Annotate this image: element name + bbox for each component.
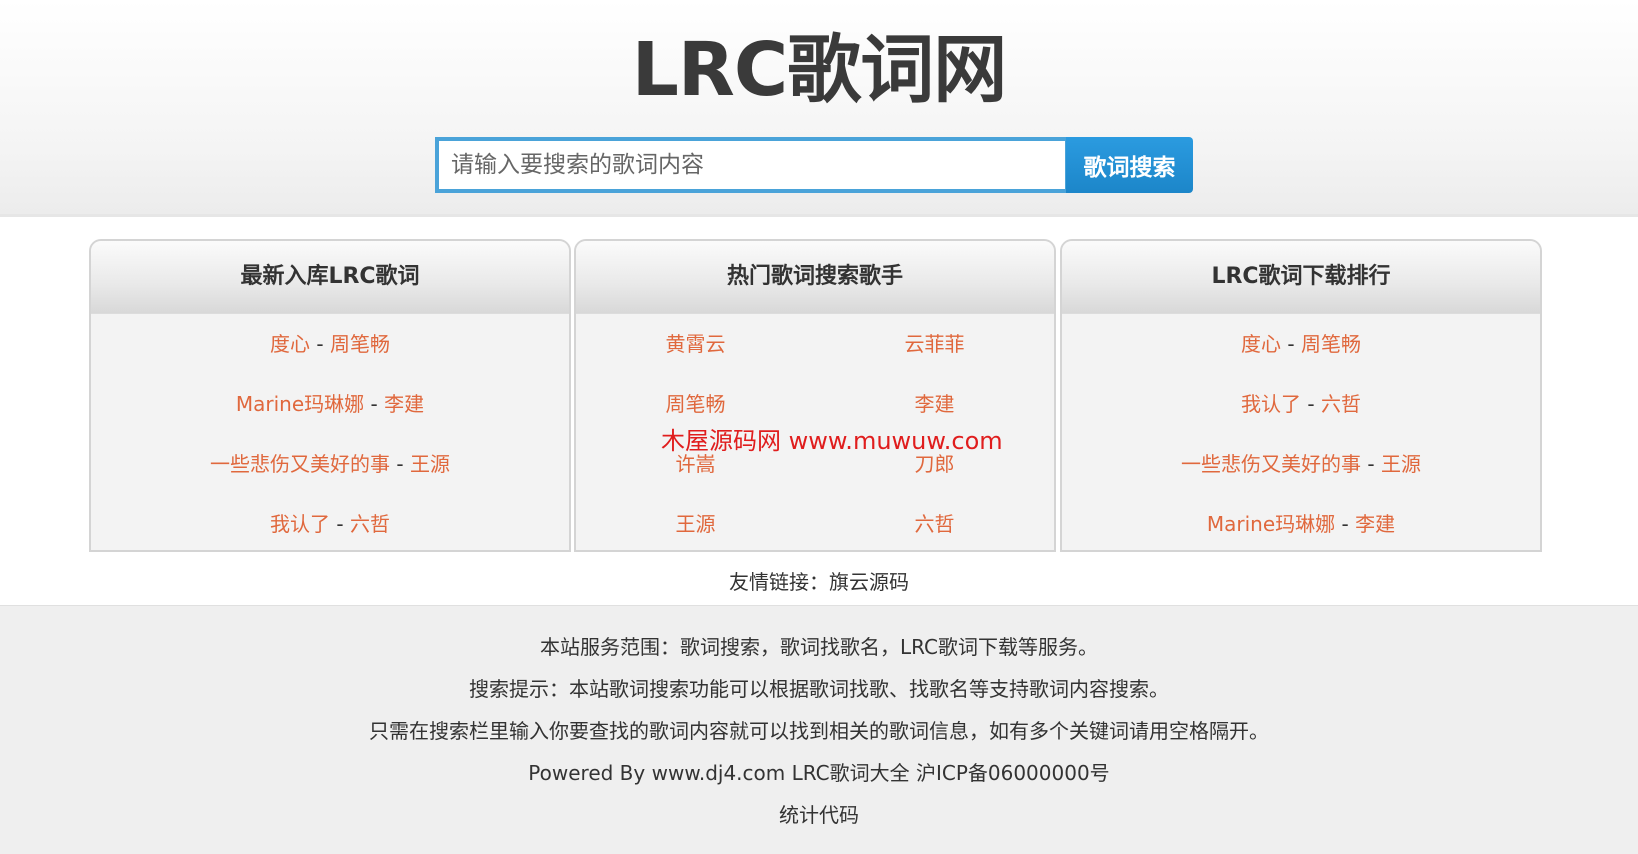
list-item: 六哲 xyxy=(815,494,1054,550)
artist-link[interactable]: 周笔畅 xyxy=(330,332,390,356)
separator: - xyxy=(1301,392,1321,416)
list-item: Marine玛琳娜 - 李建 xyxy=(1062,494,1540,550)
site-footer: 本站服务范围：歌词搜索，歌词找歌名，LRC歌词下载等服务。 搜索提示：本站歌词搜… xyxy=(0,605,1638,854)
song-link[interactable]: Marine玛琳娜 xyxy=(236,392,364,416)
song-link[interactable]: 一些悲伤又美好的事 xyxy=(210,452,390,476)
list-item: Marine玛琳娜 - 李建 xyxy=(91,374,569,434)
song-link[interactable]: 一些悲伤又美好的事 xyxy=(1181,452,1361,476)
top-downloads-list: 度心 - 周笔畅 我认了 - 六哲 一些悲伤又美好的事 - 王源 Marine玛… xyxy=(1062,314,1540,550)
singer-link[interactable]: 李建 xyxy=(915,392,955,416)
artist-link[interactable]: 王源 xyxy=(1381,452,1421,476)
separator: - xyxy=(1281,332,1301,356)
footer-stats-code: 统计代码 xyxy=(779,803,859,827)
search-bar: 歌词搜索 xyxy=(435,137,1193,193)
site-header: LRC歌词网 歌词搜索 xyxy=(0,0,1638,217)
song-link[interactable]: Marine玛琳娜 xyxy=(1207,512,1335,536)
artist-link[interactable]: 王源 xyxy=(410,452,450,476)
artist-link[interactable]: 周笔畅 xyxy=(1301,332,1361,356)
latest-lyrics-title: 最新入库LRC歌词 xyxy=(91,241,569,314)
latest-lyrics-panel: 最新入库LRC歌词 度心 - 周笔畅 Marine玛琳娜 - 李建 一些悲伤又美… xyxy=(89,239,571,552)
separator: - xyxy=(1361,452,1381,476)
list-item: 云菲菲 xyxy=(815,314,1054,374)
separator: - xyxy=(364,392,385,416)
separator: - xyxy=(330,512,350,536)
song-link[interactable]: 度心 xyxy=(270,332,310,356)
separator: - xyxy=(390,452,410,476)
singer-link[interactable]: 云菲菲 xyxy=(905,332,965,356)
artist-link[interactable]: 六哲 xyxy=(350,512,390,536)
singer-link[interactable]: 王源 xyxy=(676,512,716,536)
site-logo[interactable]: LRC歌词网 xyxy=(0,22,1638,118)
lyrics-search-button[interactable]: 歌词搜索 xyxy=(1066,137,1193,193)
separator: - xyxy=(310,332,330,356)
singer-link[interactable]: 六哲 xyxy=(915,512,955,536)
hot-singers-panel: 热门歌词搜索歌手 黄霄云 云菲菲 周笔畅 李建 许嵩 刀郎 王源 六哲 xyxy=(574,239,1056,552)
friend-links: 友情链接：旗云源码 xyxy=(0,566,1638,598)
list-item: 我认了 - 六哲 xyxy=(1062,374,1540,434)
friend-link[interactable]: 旗云源码 xyxy=(829,570,909,594)
list-item: 一些悲伤又美好的事 - 王源 xyxy=(1062,434,1540,494)
list-item: 王源 xyxy=(576,494,815,550)
singer-link[interactable]: 黄霄云 xyxy=(666,332,726,356)
footer-usage-hint: 只需在搜索栏里输入你要查找的歌词内容就可以找到相关的歌词信息，如有多个关键词请用… xyxy=(369,719,1269,743)
song-link[interactable]: 我认了 xyxy=(1241,392,1301,416)
list-item: 黄霄云 xyxy=(576,314,815,374)
list-item: 度心 - 周笔畅 xyxy=(91,314,569,374)
footer-powered-by: Powered By www.dj4.com LRC歌词大全 沪ICP备0600… xyxy=(528,761,1110,785)
lyrics-search-input[interactable] xyxy=(435,137,1069,193)
footer-service-scope: 本站服务范围：歌词搜索，歌词找歌名，LRC歌词下载等服务。 xyxy=(539,635,1098,659)
panels-container: 最新入库LRC歌词 度心 - 周笔畅 Marine玛琳娜 - 李建 一些悲伤又美… xyxy=(89,239,1542,554)
singer-link[interactable]: 周笔畅 xyxy=(666,392,726,416)
friend-links-label: 友情链接： xyxy=(729,570,829,594)
watermark-text: 木屋源码网 www.muwuw.com xyxy=(661,427,1003,455)
artist-link[interactable]: 六哲 xyxy=(1321,392,1361,416)
artist-link[interactable]: 李建 xyxy=(384,392,424,416)
song-link[interactable]: 度心 xyxy=(1241,332,1281,356)
list-item: 一些悲伤又美好的事 - 王源 xyxy=(91,434,569,494)
latest-lyrics-list: 度心 - 周笔畅 Marine玛琳娜 - 李建 一些悲伤又美好的事 - 王源 我… xyxy=(91,314,569,550)
footer-search-tip: 搜索提示：本站歌词搜索功能可以根据歌词找歌、找歌名等支持歌词内容搜索。 xyxy=(469,677,1169,701)
list-item: 度心 - 周笔畅 xyxy=(1062,314,1540,374)
top-downloads-title: LRC歌词下载排行 xyxy=(1062,241,1540,314)
separator: - xyxy=(1335,512,1356,536)
list-item: 我认了 - 六哲 xyxy=(91,494,569,550)
song-link[interactable]: 我认了 xyxy=(270,512,330,536)
hot-singers-title: 热门歌词搜索歌手 xyxy=(576,241,1054,314)
artist-link[interactable]: 李建 xyxy=(1355,512,1395,536)
top-downloads-panel: LRC歌词下载排行 度心 - 周笔畅 我认了 - 六哲 一些悲伤又美好的事 - … xyxy=(1060,239,1542,552)
